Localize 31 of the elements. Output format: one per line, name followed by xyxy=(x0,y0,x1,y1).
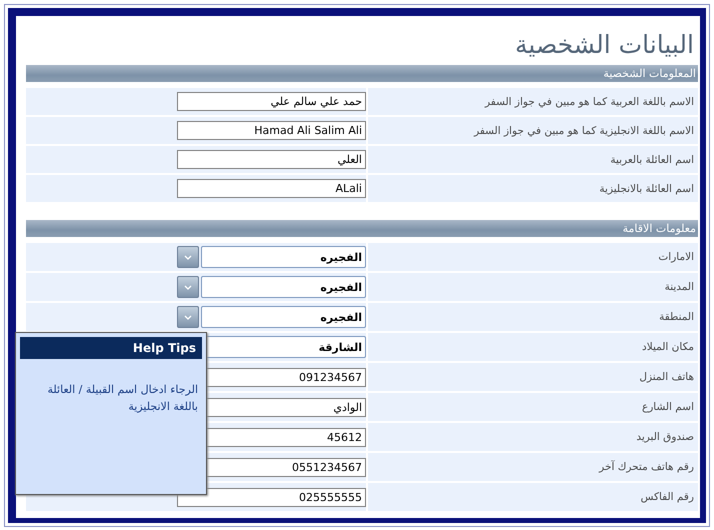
dropdown-button[interactable] xyxy=(177,246,199,268)
field-label: صندوق البريد xyxy=(636,431,694,443)
dropdown-field[interactable]: الفجيره xyxy=(201,246,366,268)
chevron-down-icon xyxy=(184,254,192,260)
field-label: مكان الميلاد xyxy=(642,341,694,353)
field-label: المنطقة xyxy=(659,311,694,323)
chevron-down-icon xyxy=(184,284,192,290)
field-label: رقم هاتف متحرك آخر xyxy=(599,461,694,473)
text-field[interactable]: حمد علي سالم علي xyxy=(177,92,366,111)
dropdown-field[interactable]: الفجيره xyxy=(201,306,366,328)
dropdown-button[interactable] xyxy=(177,306,199,328)
chevron-down-icon xyxy=(184,314,192,320)
text-field[interactable]: ALali xyxy=(177,179,366,198)
page-title: البيانات الشخصية xyxy=(515,30,694,59)
field-label: اسم الشارع xyxy=(642,401,694,413)
field-label: المدينة xyxy=(664,281,694,293)
field-label: الامارات xyxy=(658,251,694,263)
field-label: الاسم باللغة الانجليزية كما هو مبين في جواز السفر xyxy=(474,124,694,136)
field-label: الاسم باللغة العربية كما هو مبين في جواز السفر xyxy=(484,96,694,108)
text-field[interactable]: 025555555 xyxy=(177,488,366,506)
field-label: هاتف المنزل xyxy=(639,371,694,383)
dropdown-button[interactable] xyxy=(177,276,199,298)
field-label: اسم العائلة بالانجليزية xyxy=(599,182,694,194)
field-label: رقم الفاكس xyxy=(640,491,694,503)
text-field[interactable]: Hamad Ali Salim Ali xyxy=(177,121,366,140)
section-header: المعلومات الشخصية xyxy=(26,65,698,82)
text-field[interactable]: العلي xyxy=(177,150,366,169)
help-tips-title: Help Tips xyxy=(20,337,202,359)
section-header: معلومات الاقامة xyxy=(26,220,698,237)
field-label: اسم العائلة بالعربية xyxy=(610,154,694,166)
dropdown-field[interactable]: الفجيره xyxy=(201,276,366,298)
